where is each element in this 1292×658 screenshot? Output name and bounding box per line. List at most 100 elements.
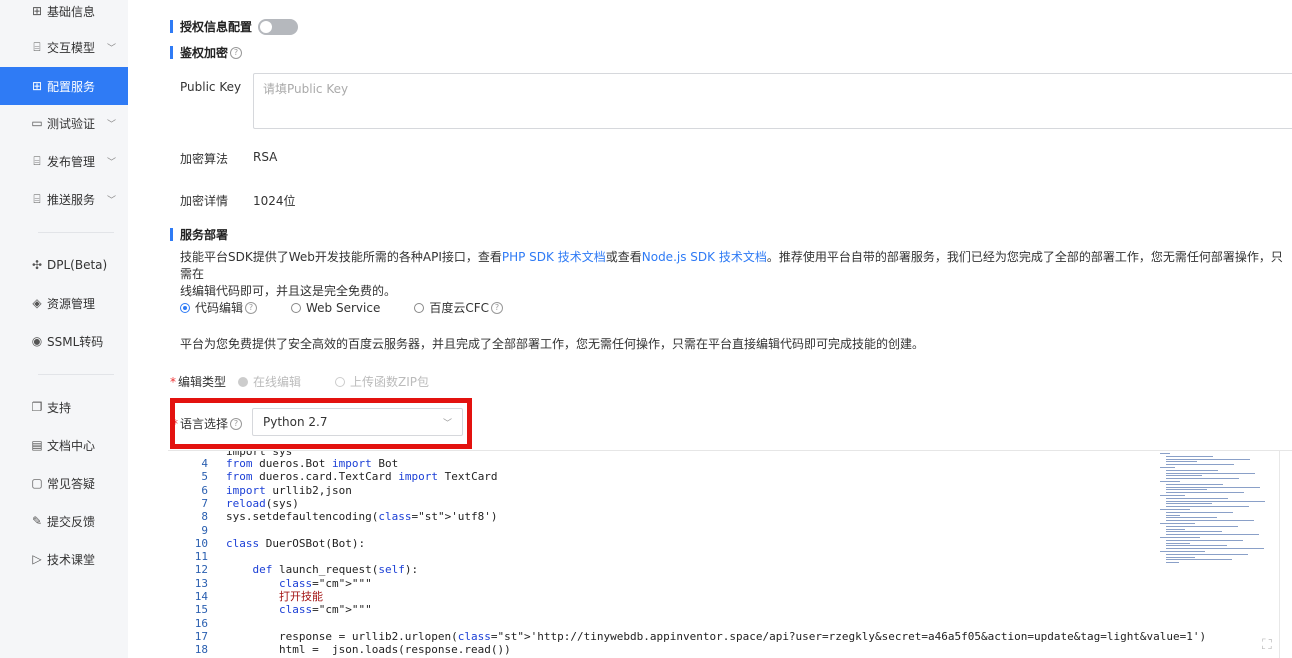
help-icon[interactable]: ? — [491, 301, 504, 314]
minimap-line — [1166, 475, 1202, 477]
auth-encrypt-label: 鉴权加密 — [180, 46, 229, 60]
line-number: 5 — [201, 470, 208, 484]
node-sdk-link[interactable]: Node.js SDK 技术文档 — [642, 250, 767, 264]
minimap-line — [1166, 528, 1185, 530]
code-editor[interactable]: import sys ⛶ 4 from dueros.Bot import Bot… — [168, 450, 1292, 658]
minimap-line — [1166, 562, 1179, 564]
code-line: from dueros.Bot import Bot — [226, 457, 399, 470]
desc-text: 或查看 — [605, 250, 642, 264]
code-line: def launch_request(self): — [252, 563, 419, 577]
doc-cursor-icon: ⌸ — [33, 153, 41, 168]
minimap-line — [1166, 531, 1222, 533]
copy-icon: ❐ — [31, 400, 43, 414]
minimap-line — [1160, 509, 1190, 510]
minimap-line — [1166, 472, 1255, 474]
sidebar-item[interactable]: ⊞ 基础信息 — [0, 0, 128, 30]
sidebar-item[interactable]: ◈ 资源管理 — [0, 284, 128, 322]
radio-dot-icon — [180, 302, 190, 313]
monitor-icon: ▭ — [31, 116, 43, 130]
sidebar-item-label: 文档中心 — [47, 438, 96, 453]
radio-upload-zip[interactable]: 上传函数ZIP包 — [335, 373, 429, 390]
radio-label: 上传函数ZIP包 — [350, 375, 430, 389]
code-line: class="cm">""" — [278, 576, 372, 590]
chevron-down-icon: ﹀ — [106, 157, 116, 168]
line-number: 14 — [194, 590, 208, 603]
minimap-line — [1166, 458, 1250, 460]
sidebar-divider — [38, 232, 114, 233]
editor-scrollbar[interactable] — [1279, 451, 1292, 658]
line-number: 7 — [201, 496, 208, 510]
minimap-line — [1160, 551, 1205, 552]
layers-icon: ◈ — [32, 296, 42, 310]
sidebar-item[interactable]: ✎ 提交反馈 — [0, 502, 128, 540]
sidebar-item[interactable]: ▢ 常见答疑 — [0, 464, 128, 502]
sidebar-item-label: 提交反馈 — [47, 514, 96, 529]
minimap-line — [1166, 492, 1244, 494]
edit-type-row: * 编辑类型 在线编辑 上传函数ZIP包 — [170, 373, 463, 390]
sidebar-item[interactable]: ▷ 技术课堂 — [0, 540, 128, 578]
fullscreen-icon[interactable]: ⛶ — [1262, 637, 1272, 653]
help-icon[interactable]: ? — [245, 301, 258, 314]
minimap-line — [1166, 483, 1223, 485]
deploy-label: 服务部署 — [180, 228, 229, 242]
sidebar-item-label: DPL(Beta) — [47, 258, 108, 272]
minimap-line — [1166, 511, 1233, 513]
minimap-line — [1166, 556, 1195, 558]
minimap-line — [1166, 464, 1234, 466]
minimap-line — [1160, 495, 1185, 496]
minimap-line — [1160, 481, 1180, 482]
radio-dot-icon — [238, 376, 249, 387]
sidebar-item-label: SSML转码 — [47, 334, 104, 349]
file-icon: ▤ — [31, 438, 43, 452]
radio-code-edit[interactable]: 代码编辑 ? — [180, 299, 258, 316]
public-key-label: Public Key — [180, 80, 242, 94]
edit-type-label: * 编辑类型 — [170, 375, 227, 389]
line-number: 18 — [194, 643, 208, 657]
minimap-line — [1166, 506, 1249, 508]
sidebar-item[interactable]: ▤ 文档中心 — [0, 426, 128, 464]
minimap-line — [1166, 517, 1217, 519]
help-icon[interactable]: ? — [230, 46, 243, 59]
algo-value: RSA — [253, 150, 278, 164]
sidebar-item[interactable]: ◉ SSML转码 — [0, 322, 128, 360]
sidebar-item[interactable]: ⌸ 发布管理 ﹀ — [0, 142, 128, 180]
minimap-line — [1166, 514, 1180, 516]
sidebar-item-label: 配置服务 — [47, 79, 96, 94]
sidebar-item[interactable]: ⌸ 交互模型 ﹀ — [0, 28, 128, 66]
radio-dot-icon — [414, 302, 425, 313]
auth-config-label: 授权信息配置 — [180, 20, 253, 34]
code-minimap[interactable] — [1158, 451, 1288, 571]
minimap-line — [1166, 534, 1259, 536]
code-line: 打开技能 — [226, 590, 323, 603]
sidebar-item[interactable]: ⊞ 配置服务 — [0, 67, 128, 105]
deploy-title: 服务部署 — [170, 226, 228, 243]
auth-config-toggle[interactable] — [258, 18, 299, 35]
chevron-down-icon: ﹀ — [106, 195, 116, 206]
grid-icon: ⊞ — [31, 4, 43, 18]
play-icon: ▷ — [32, 552, 42, 566]
sidebar-item[interactable]: ▭ 测试验证 ﹀ — [0, 104, 128, 142]
code-line: html = json.loads(response.read()) — [226, 643, 511, 657]
php-sdk-link[interactable]: PHP SDK 技术文档 — [502, 250, 606, 264]
radio-label: 百度云CFC — [429, 301, 490, 315]
radio-web-service[interactable]: Web Service — [291, 301, 380, 315]
chevron-down-icon: ﹀ — [106, 43, 116, 54]
sidebar-item[interactable]: ⌸ 推送服务 ﹀ — [0, 180, 128, 218]
sidebar-item-label: 基础信息 — [47, 4, 96, 19]
minimap-line — [1166, 545, 1227, 547]
sidebar-item[interactable]: ✣ DPL(Beta) — [0, 246, 128, 284]
radio-baidu-cfc[interactable]: 百度云CFC ? — [414, 299, 504, 316]
code-line: import urllib2,json — [226, 483, 352, 497]
line-number: 11 — [194, 550, 208, 564]
minimap-line — [1166, 500, 1265, 502]
line-number: 8 — [201, 510, 208, 524]
sidebar-item-label: 交互模型 — [47, 40, 96, 55]
deploy-options: 代码编辑 ? Web Service 百度云CFC ? — [180, 299, 537, 316]
chat-icon: ▢ — [31, 476, 43, 490]
public-key-input[interactable]: 请填Public Key — [253, 73, 1292, 129]
deploy-description: 技能平台SDK提供了Web开发技能所需的各种API接口，查看PHP SDK 技术… — [180, 249, 1290, 300]
radio-online-edit[interactable]: 在线编辑 — [238, 373, 301, 390]
edit-type-text: 编辑类型 — [178, 375, 227, 389]
minimap-line — [1166, 455, 1213, 457]
sidebar-item[interactable]: ❐ 支持 — [0, 388, 128, 426]
